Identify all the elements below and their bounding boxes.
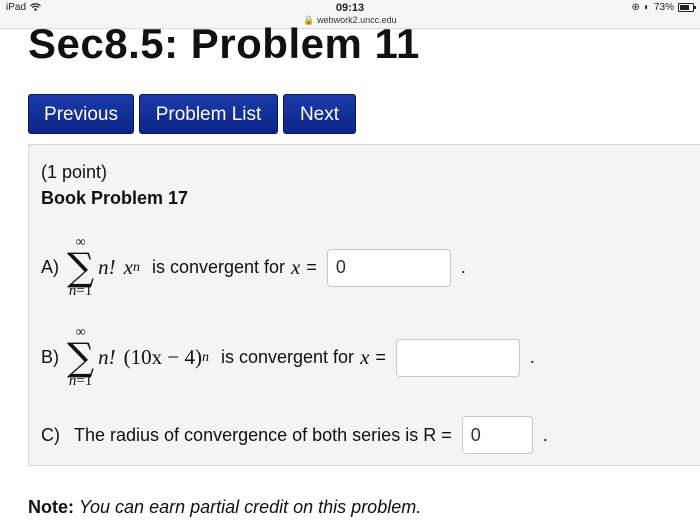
- var-x: x: [360, 345, 370, 369]
- period: .: [542, 424, 548, 445]
- status-right: ⊕ ◐ 73%: [631, 2, 696, 13]
- sum-lower-eq: =1: [76, 283, 93, 299]
- radius-text: The radius of convergence of both series…: [74, 424, 452, 445]
- sigma-icon: ∑: [67, 335, 95, 379]
- answer-c-input[interactable]: [461, 416, 533, 454]
- note: Note: You can earn partial credit on thi…: [28, 497, 421, 518]
- problem-panel: (1 point) Book Problem 17 A) ∞ ∑ n=1 n! …: [28, 144, 700, 466]
- term-base: (10x − 4): [123, 345, 202, 369]
- note-label: Note:: [28, 497, 74, 517]
- var-x: x: [291, 255, 301, 279]
- term-factorial: n!: [98, 345, 116, 369]
- note-text: You can earn partial credit on this prob…: [79, 497, 422, 517]
- problem-list-button[interactable]: Problem List: [139, 94, 278, 134]
- points-label: (1 point): [41, 162, 108, 182]
- summation-a: ∞ ∑ n=1: [67, 236, 94, 299]
- rotation-lock-icon: ⊕: [631, 2, 640, 13]
- summation-b: ∞ ∑ n=1: [67, 326, 94, 389]
- equals-sign: =: [375, 347, 386, 367]
- term-exponent: n: [201, 349, 209, 365]
- clock: 09:13: [335, 2, 365, 14]
- sigma-icon: ∑: [67, 245, 95, 289]
- battery-fill: [680, 5, 689, 10]
- sum-lower: n=1: [69, 284, 92, 299]
- convergent-text: is convergent for: [151, 257, 286, 277]
- alarm-icon: ◐: [643, 2, 650, 13]
- battery-percent: 73%: [653, 2, 674, 13]
- part-b-label: B): [41, 347, 59, 367]
- battery-icon: [678, 3, 696, 12]
- equals-sign: =: [306, 257, 317, 277]
- part-a: A) ∞ ∑ n=1 n! xn is convergent for x = .: [41, 236, 466, 299]
- convergent-text: is convergent for: [220, 347, 355, 367]
- book-problem-label: Book Problem 17: [41, 188, 189, 208]
- period: .: [529, 347, 535, 367]
- part-c-label: C): [41, 424, 60, 445]
- part-a-label: A): [41, 257, 59, 277]
- next-button[interactable]: Next: [283, 94, 356, 134]
- previous-button[interactable]: Previous: [28, 94, 134, 134]
- answer-b-input[interactable]: [395, 338, 520, 377]
- term-factorial: n!: [98, 255, 116, 279]
- part-b: B) ∞ ∑ n=1 n! (10x − 4) n is convergent f…: [41, 326, 535, 389]
- term-base: x: [123, 255, 133, 279]
- period: .: [460, 257, 466, 277]
- problem-nav: Previous Problem List Next: [28, 94, 356, 134]
- answer-a-input[interactable]: [326, 248, 451, 287]
- page-title: Sec8.5: Problem 11: [28, 20, 420, 67]
- part-c: C) The radius of convergence of both ser…: [41, 416, 548, 454]
- sum-lower-eq: =1: [76, 373, 93, 389]
- sum-lower: n=1: [69, 374, 92, 389]
- term-exponent: n: [132, 259, 140, 275]
